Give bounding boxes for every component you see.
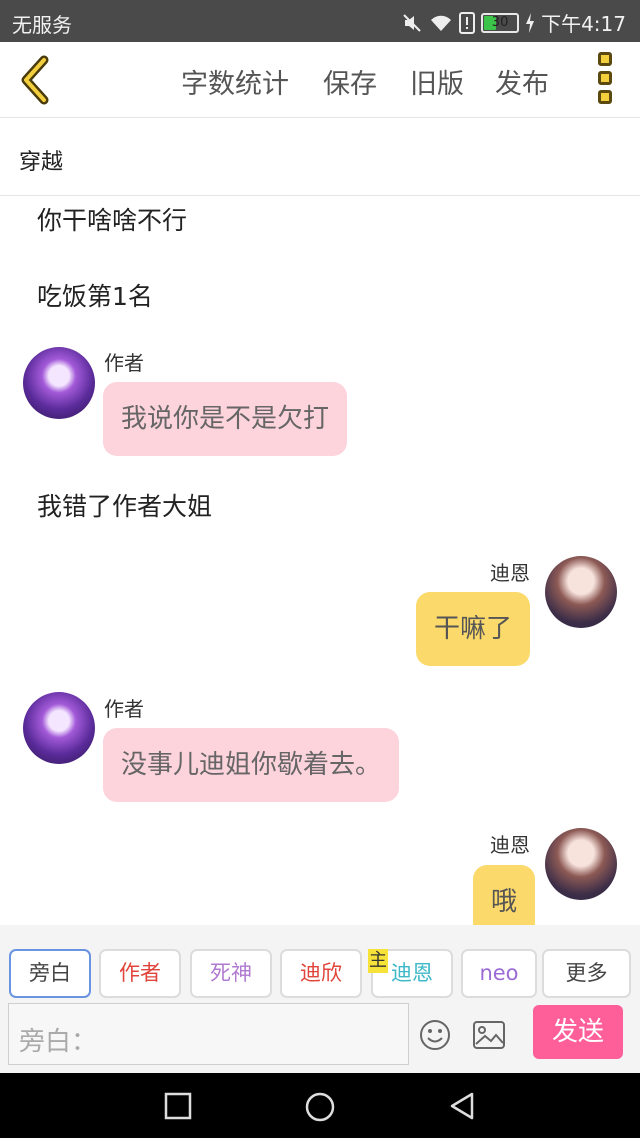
- role-chip-death[interactable]: 死神: [190, 949, 272, 998]
- send-button[interactable]: 发送: [533, 1005, 623, 1059]
- sender-name: 迪恩: [490, 833, 530, 857]
- chat-bubble-right[interactable]: 干嘛了: [416, 592, 531, 666]
- editor-toolbar: 字数统计 保存 旧版 发布: [0, 42, 640, 118]
- sender-name: 迪恩: [490, 561, 530, 585]
- avatar-author[interactable]: [23, 692, 95, 764]
- nav-square-icon[interactable]: [163, 1091, 193, 1121]
- role-chip-neo[interactable]: neo: [461, 949, 537, 998]
- system-nav-bar: [0, 1073, 640, 1138]
- chat-bubble-left[interactable]: 我说你是不是欠打: [103, 382, 348, 456]
- save-button[interactable]: 保存: [323, 62, 377, 101]
- role-chip-narrator[interactable]: 旁白: [9, 949, 91, 998]
- role-selector: 旁白 作者 死神 迪欣 迪恩 neo 更多: [0, 925, 640, 1001]
- image-icon[interactable]: [473, 1021, 505, 1049]
- narration-line: 吃饭第1名: [37, 282, 153, 311]
- charging-icon: [526, 12, 535, 33]
- alert-icon: [459, 11, 476, 34]
- nav-circle-icon[interactable]: [304, 1091, 336, 1123]
- kebab-menu-icon[interactable]: [596, 52, 616, 108]
- status-bar: 无服务 30 下午4:17: [0, 0, 640, 42]
- emoji-icon[interactable]: [419, 1019, 451, 1051]
- chat-area[interactable]: 你干啥啥不行 吃饭第1名 作者 我说你是不是欠打 我错了作者大姐 迪恩 干嘛了 …: [0, 197, 640, 925]
- chapter-title-row[interactable]: 穿越: [0, 118, 640, 196]
- main-role-tag: 主: [368, 949, 388, 973]
- carrier-text: 无服务: [12, 13, 72, 37]
- chapter-title: 穿越: [19, 150, 64, 175]
- composer-row: 旁白： 发送: [0, 1001, 640, 1073]
- narration-line: 我错了作者大姐: [37, 492, 213, 521]
- back-chevron-icon[interactable]: [14, 54, 58, 106]
- avatar-dien[interactable]: [545, 556, 617, 628]
- mute-icon: [403, 13, 421, 32]
- avatar-dien[interactable]: [545, 828, 617, 900]
- role-chip-more[interactable]: 更多: [542, 949, 631, 998]
- role-chip-dixin[interactable]: 迪欣: [280, 949, 362, 998]
- role-chip-author[interactable]: 作者: [99, 949, 181, 998]
- old-version-button[interactable]: 旧版: [410, 62, 464, 101]
- sender-name: 作者: [104, 351, 144, 375]
- publish-button[interactable]: 发布: [495, 62, 549, 101]
- word-count-button[interactable]: 字数统计: [181, 62, 289, 101]
- status-icons: 30 下午4:17: [401, 8, 626, 37]
- sender-name: 作者: [104, 697, 144, 721]
- wifi-icon: [431, 15, 452, 31]
- avatar-author[interactable]: [23, 347, 95, 419]
- clock: 下午4:17: [541, 12, 626, 36]
- message-input[interactable]: 旁白：: [8, 1003, 409, 1065]
- nav-back-icon[interactable]: [447, 1091, 477, 1121]
- narration-line: 你干啥啥不行: [37, 206, 188, 235]
- battery-icon: 30: [481, 12, 520, 33]
- chat-bubble-right[interactable]: 哦: [473, 865, 536, 925]
- chat-bubble-left[interactable]: 没事儿迪姐你歇着去。: [103, 728, 400, 802]
